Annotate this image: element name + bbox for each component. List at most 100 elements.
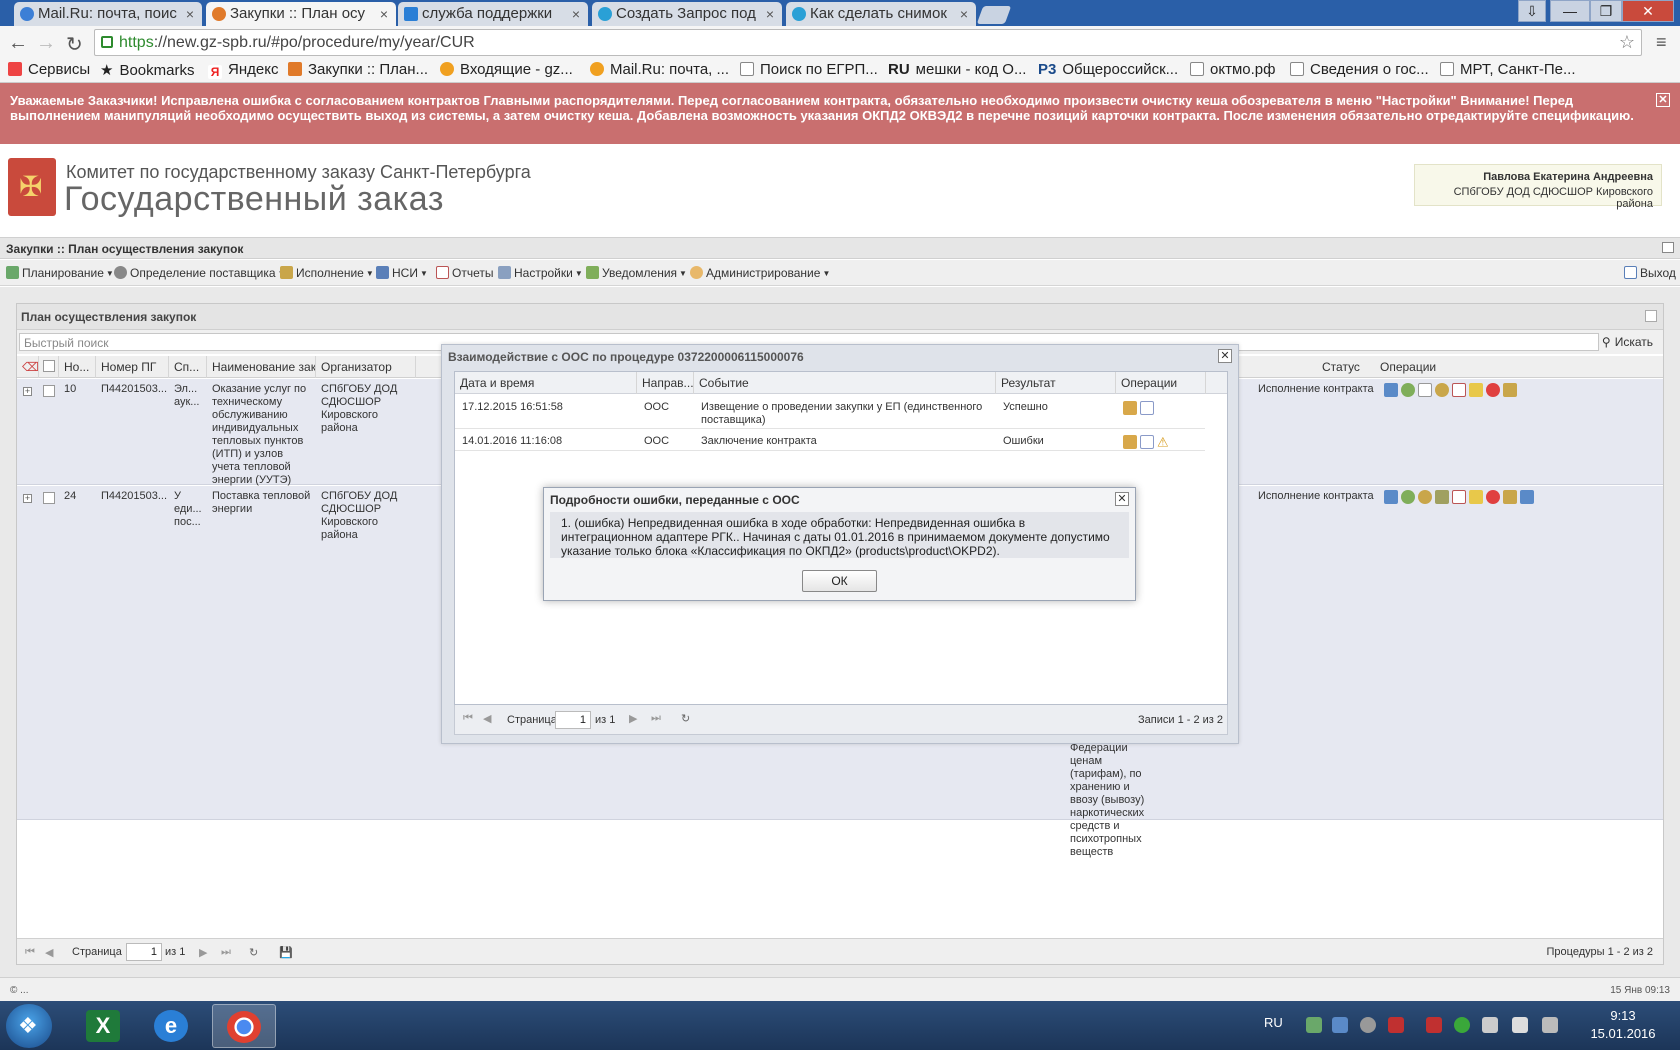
close-tab-icon[interactable]: × [766, 2, 774, 26]
close-icon[interactable]: ✕ [1115, 492, 1129, 506]
menu-settings[interactable]: Настройки ▼ [498, 266, 583, 280]
display-tray-icon[interactable] [1332, 1017, 1348, 1033]
taskbar-chrome[interactable] [212, 1004, 276, 1048]
exit-button[interactable]: Выход [1624, 266, 1676, 280]
col-name[interactable]: Наименование зак... [207, 356, 316, 378]
close-tab-icon[interactable]: × [186, 2, 194, 26]
bookmark-okpd[interactable]: RU мешки - код О... [888, 61, 1026, 78]
language-indicator[interactable]: RU [1264, 1015, 1283, 1030]
menu-supplier[interactable]: Определение поставщика▼ [114, 266, 285, 280]
new-tab-button[interactable] [976, 6, 1012, 24]
gear-icon[interactable] [1401, 383, 1415, 397]
connection-tray-icon[interactable] [1482, 1017, 1498, 1033]
record-icon[interactable] [1486, 383, 1500, 397]
table-row[interactable]: 17.12.2015 16:51:58 ООС Извещение о пров… [455, 395, 1205, 429]
refresh-icon[interactable]: ↻ [249, 946, 258, 959]
first-page-icon[interactable]: ⏮ [463, 712, 473, 725]
scroll-icon[interactable] [1503, 490, 1517, 504]
menu-notifications[interactable]: Уведомления ▼ [586, 266, 687, 280]
row-checkbox[interactable] [43, 385, 55, 397]
close-icon[interactable]: ✕ [1218, 349, 1232, 363]
select-all-checkbox[interactable] [39, 356, 59, 378]
row-checkbox[interactable] [43, 492, 55, 504]
collapse-icon[interactable] [1662, 242, 1674, 253]
col-result[interactable]: Результат [996, 372, 1116, 394]
system-clock[interactable]: 9:13 15.01.2016 [1588, 1007, 1658, 1043]
taskbar-ie[interactable]: e [140, 1004, 204, 1048]
col-direction[interactable]: Направ... [637, 372, 694, 394]
col-datetime[interactable]: Дата и время [455, 372, 637, 394]
bookmark-info[interactable]: Сведения о гос... [1290, 61, 1429, 78]
expand-row-icon[interactable]: + [23, 494, 32, 503]
table-row[interactable]: 14.01.2016 11:16:08 ООС Заключение контр… [455, 429, 1205, 451]
start-button[interactable]: ❖ [6, 1004, 52, 1048]
chart-icon[interactable] [1384, 383, 1398, 397]
prev-page-icon[interactable]: ◀ [483, 712, 491, 725]
forward-arrow-icon[interactable]: → [36, 32, 56, 55]
warning-icon[interactable]: ⚠ [1157, 435, 1169, 450]
tab-zakupki[interactable]: Закупки :: План осу × [206, 2, 396, 26]
register-icon[interactable] [1435, 490, 1449, 504]
search-button[interactable]: ⚲ Искать [1602, 335, 1653, 349]
bookmark-mailru[interactable]: Mail.Ru: почта, ... [590, 61, 729, 78]
ok-button[interactable]: ОК [802, 570, 877, 592]
maximize-button[interactable]: ❐ [1590, 0, 1622, 22]
col-operations[interactable]: Операции [1116, 372, 1206, 394]
prev-page-icon[interactable]: ◀ [45, 946, 53, 959]
bookmark-zakupki[interactable]: Закупки :: План... [288, 61, 428, 78]
bookmark-inbox[interactable]: Входящие - gz... [440, 61, 573, 78]
emblem-icon[interactable] [1418, 490, 1432, 504]
library-icon[interactable] [1520, 490, 1534, 504]
power-tray-icon[interactable] [1542, 1017, 1558, 1033]
network-tray-icon[interactable] [1306, 1017, 1322, 1033]
col-event[interactable]: Событие [694, 372, 996, 394]
edit-icon[interactable] [1469, 490, 1483, 504]
package-icon[interactable] [1123, 401, 1137, 415]
tab-create-request[interactable]: Создать Запрос под × [592, 2, 782, 26]
close-icon[interactable]: ✕ [1656, 93, 1670, 107]
report-icon[interactable] [1452, 490, 1466, 504]
close-tab-icon[interactable]: × [380, 2, 388, 26]
menu-planning[interactable]: Планирование ▼ [6, 266, 114, 280]
refresh-icon[interactable]: ↻ [681, 712, 690, 725]
menu-administration[interactable]: Администрирование ▼ [690, 266, 830, 280]
bookmark-folder[interactable]: ★ Bookmarks [100, 61, 194, 79]
page-number-input[interactable]: 1 [126, 943, 162, 961]
firewall-tray-icon[interactable] [1426, 1017, 1442, 1033]
minimize-button[interactable]: — [1550, 0, 1590, 22]
expand-row-icon[interactable]: + [23, 387, 32, 396]
record-icon[interactable] [1486, 490, 1500, 504]
address-bar[interactable]: https://new.gz-spb.ru/#po/procedure/my/y… [94, 29, 1642, 56]
gear-icon[interactable] [1401, 490, 1415, 504]
bookmark-classifier[interactable]: P3 Общероссийск... [1038, 61, 1178, 78]
refresh-panel-icon[interactable] [1645, 310, 1657, 322]
next-page-icon[interactable]: ▶ [199, 946, 207, 959]
menu-reports[interactable]: Отчеты [436, 266, 493, 280]
edit-icon[interactable] [1469, 383, 1483, 397]
taskbar-excel[interactable]: X [72, 1004, 136, 1048]
last-page-icon[interactable]: ⏭ [221, 946, 231, 959]
col-operations[interactable]: Операции [1375, 356, 1495, 378]
bookmark-apps[interactable]: Сервисы [8, 61, 90, 78]
tab-support[interactable]: служба поддержки × [398, 2, 588, 26]
profile-icon[interactable]: ⇩ [1518, 0, 1546, 22]
chart-icon[interactable] [1384, 490, 1398, 504]
back-arrow-icon[interactable]: ← [8, 32, 28, 55]
view-document-icon[interactable] [1140, 401, 1154, 415]
first-page-icon[interactable]: ⏮ [25, 946, 35, 959]
menu-nsi[interactable]: НСИ ▼ [376, 266, 428, 280]
page-number-input[interactable]: 1 [555, 711, 591, 729]
disk-tray-icon[interactable] [1360, 1017, 1376, 1033]
last-page-icon[interactable]: ⏭ [651, 712, 661, 725]
col-plan-number[interactable]: Номер ПГ [96, 356, 169, 378]
close-tab-icon[interactable]: × [572, 2, 580, 26]
report-icon[interactable] [1452, 383, 1466, 397]
bookmark-egrp[interactable]: Поиск по ЕГРП... [740, 61, 878, 78]
sync-tray-icon[interactable] [1454, 1017, 1470, 1033]
volume-tray-icon[interactable] [1512, 1017, 1528, 1033]
save-icon[interactable]: 💾 [279, 946, 293, 959]
col-number[interactable]: Но... [59, 356, 96, 378]
bookmark-oktmo[interactable]: октмо.рф [1190, 61, 1275, 78]
star-icon[interactable]: ☆ [1619, 30, 1635, 55]
col-organizer[interactable]: Организатор [316, 356, 416, 378]
